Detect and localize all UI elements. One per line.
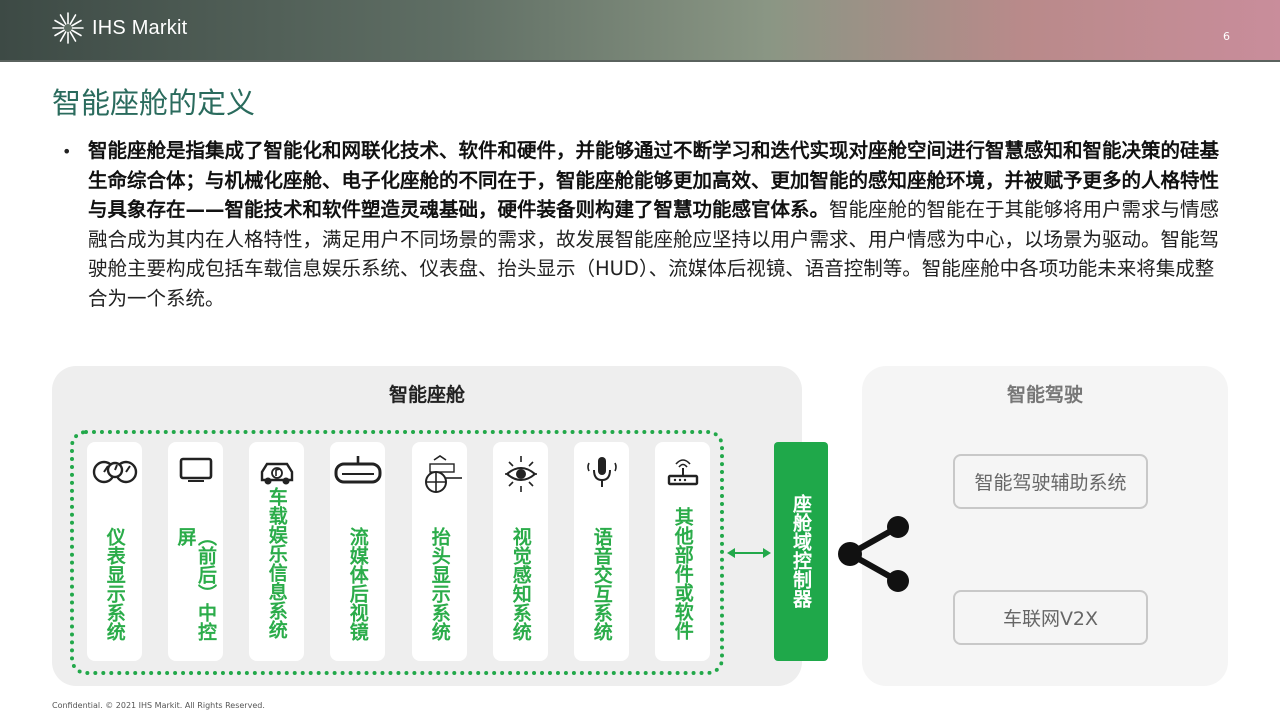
head-up-display-icon bbox=[424, 455, 462, 493]
v2x-box: 车联网V2X bbox=[953, 590, 1148, 645]
card-voice-interaction: 语音交互系统 bbox=[574, 442, 629, 661]
rearview-mirror-icon bbox=[334, 456, 381, 484]
card-label: （前后）中控屏 bbox=[174, 527, 218, 641]
card-label: 语音交互系统 bbox=[590, 527, 613, 641]
card-label: 流媒体后视镜 bbox=[346, 527, 369, 641]
definition-paragraph: 智能座舱是指集成了智能化和网联化技术、软件和硬件，并能够通过不断学习和迭代实现对… bbox=[88, 136, 1228, 314]
controller-label: 座舱域控制器 bbox=[790, 494, 812, 608]
card-other-components: 其他部件或软件 bbox=[655, 442, 710, 661]
card-streaming-mirror: 流媒体后视镜 bbox=[330, 442, 385, 661]
double-arrow-icon bbox=[727, 548, 771, 558]
page-number: 6 bbox=[1223, 30, 1230, 43]
card-infotainment: 车载娱乐信息系统 bbox=[249, 442, 304, 661]
card-label: 仪表显示系统 bbox=[103, 527, 126, 641]
footer-copyright: Confidential. © 2021 IHS Markit. All Rig… bbox=[52, 701, 265, 710]
cockpit-domain-controller: 座舱域控制器 bbox=[774, 442, 828, 661]
vision-eye-icon bbox=[504, 456, 537, 492]
brand-logo: IHS Markit bbox=[50, 10, 187, 46]
microphone-icon bbox=[586, 457, 617, 487]
bullet-marker: • bbox=[62, 142, 72, 161]
smart-cockpit-title: 智能座舱 bbox=[388, 384, 465, 406]
card-instrument-display: 仪表显示系统 bbox=[87, 442, 142, 661]
adas-box: 智能驾驶辅助系统 bbox=[953, 454, 1148, 509]
gauge-cluster-icon bbox=[92, 460, 137, 484]
brand-name: IHS Markit bbox=[92, 16, 188, 39]
header-bar: IHS Markit 6 bbox=[0, 0, 1280, 62]
card-center-screen: （前后）中控屏 bbox=[168, 442, 223, 661]
card-label: 其他部件或软件 bbox=[671, 507, 694, 640]
smart-driving-title: 智能驾驶 bbox=[1006, 384, 1083, 406]
router-icon bbox=[667, 459, 698, 486]
card-label: 车载娱乐信息系统 bbox=[265, 487, 288, 639]
starburst-logo-icon bbox=[52, 12, 84, 44]
display-screen-icon bbox=[179, 457, 212, 482]
car-music-icon bbox=[260, 462, 293, 485]
card-hud: 抬头显示系统 bbox=[412, 442, 467, 661]
page-title: 智能座舱的定义 bbox=[52, 86, 256, 120]
card-vision-perception: 视觉感知系统 bbox=[493, 442, 548, 661]
card-label: 视觉感知系统 bbox=[509, 527, 532, 641]
share-icon bbox=[838, 516, 909, 592]
card-label: 抬头显示系统 bbox=[428, 527, 451, 641]
